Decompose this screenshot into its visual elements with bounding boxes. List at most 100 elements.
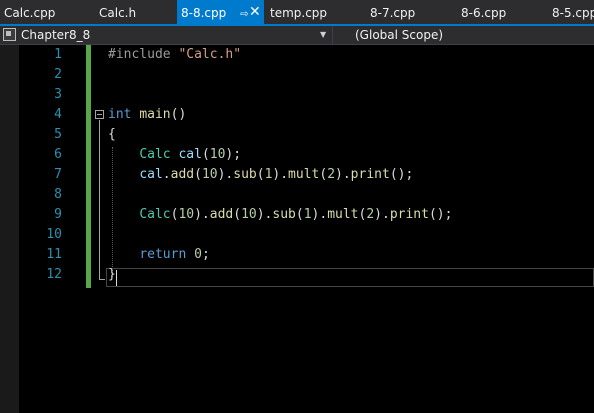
code-token: ). [194,207,210,222]
code-token: ( [194,167,202,182]
code-token: ( [233,207,242,222]
code-line: #include "Calc.h" [108,45,241,65]
code-token: 10 [178,207,195,222]
collapse-icon[interactable] [95,110,104,119]
code-token: ). [217,167,234,182]
line-number: 5 [54,127,62,142]
tab-calc-cpp[interactable]: Calc.cpp [4,0,55,24]
line-number: 1 [54,47,62,62]
code-token: ). [311,207,328,222]
code-token: 10 [201,167,218,182]
code-token: #include [108,47,179,62]
code-token: ( [201,147,210,162]
code-token: ; [201,247,210,262]
code-token: cal [139,167,163,182]
tab-label: temp.cpp [270,6,328,20]
code-line: cal.add(10).sub(1).mult(2).print(); [108,165,413,185]
fold-outline-end [99,279,105,280]
code-token: "Calc.h" [178,47,242,62]
code-line: return 0; [108,245,210,265]
tab-label: 8-8.cpp [181,6,227,20]
pin-icon[interactable]: ⇨ [240,9,248,20]
line-number: 4 [54,107,62,122]
fold-outline [99,120,100,280]
code-token: ). [272,167,289,182]
tab-8-6-cpp[interactable]: 8-6.cpp [461,0,506,24]
code-token: print [350,167,390,182]
code-token: return [139,247,187,262]
code-token: ( [256,167,265,182]
line-number: 6 [54,147,62,162]
document-tab-strip: Calc.cpp Calc.h 8-8.cpp ⇨ ✕ temp.cpp 8-7… [0,0,594,24]
text-cursor [116,270,117,286]
tab-8-8-cpp[interactable]: 8-8.cpp ⇨ ✕ [177,0,264,24]
change-tracking-bar [86,45,91,288]
tab-temp-cpp[interactable]: temp.cpp [270,0,327,24]
code-token: 10 [209,147,226,162]
tab-label: 8-5.cpp [552,6,594,20]
current-line-highlight [106,268,594,287]
code-token: 2 [366,207,375,222]
code-token: (); [428,207,453,222]
code-token: 1 [303,207,312,222]
code-token: ( [319,167,328,182]
code-token: Calc [139,147,171,162]
tab-calc-h[interactable]: Calc.h [99,0,136,24]
line-number: 9 [54,207,62,222]
code-token: ). [335,167,351,182]
line-number: 12 [46,267,62,282]
code-token: print [389,207,429,222]
line-number: 11 [46,247,62,262]
code-line: { [108,125,116,145]
code-token: int [108,107,132,122]
code-token: mult [288,167,320,182]
code-token: 10 [241,207,257,222]
line-number: 3 [54,87,62,102]
code-token: { [108,127,116,142]
tab-label: Calc.h [99,6,137,20]
code-token: sub [272,207,296,222]
code-editor[interactable]: 1 2 3 4 5 6 7 8 9 10 11 12 #include "Cal… [0,45,594,413]
code-token: (); [389,167,414,182]
code-token: cal [178,147,202,162]
line-number: 2 [54,67,62,82]
line-number: 7 [54,167,62,182]
project-icon [3,28,16,41]
line-number: 10 [46,227,62,242]
code-line: Calc(10).add(10).sub(1).mult(2).print(); [108,205,452,225]
code-token: 0 [194,247,202,262]
code-token: main [139,107,171,122]
code-token: () [170,107,187,122]
code-token: mult [327,207,359,222]
project-name: Chapter8_8 [21,28,91,42]
tab-8-5-cpp[interactable]: 8-5.cpp [552,0,594,24]
chevron-down-icon[interactable]: ▼ [320,26,326,44]
close-icon[interactable]: ✕ [249,0,261,24]
navbar-divider [332,26,333,44]
code-token: ); [225,147,242,162]
code-token: ( [295,207,304,222]
code-token: Calc [139,207,171,222]
code-token: 2 [327,167,336,182]
navigation-bar: Chapter8_8 ▼ (Global Scope) [0,26,594,45]
code-token: ). [256,207,273,222]
code-token: add [170,167,195,182]
code-line: int main() [108,105,186,125]
code-token: ). [374,207,390,222]
code-line: Calc cal(10); [108,145,241,165]
code-line: } [108,265,116,285]
code-token: add [209,207,234,222]
tab-8-7-cpp[interactable]: 8-7.cpp [370,0,415,24]
code-token: sub [233,167,257,182]
line-number: 8 [54,187,62,202]
indicator-margin [0,45,19,413]
code-token: } [108,267,116,282]
scope-name: (Global Scope) [355,28,444,42]
tab-label: 8-7.cpp [370,6,416,20]
code-token: . [162,167,171,182]
